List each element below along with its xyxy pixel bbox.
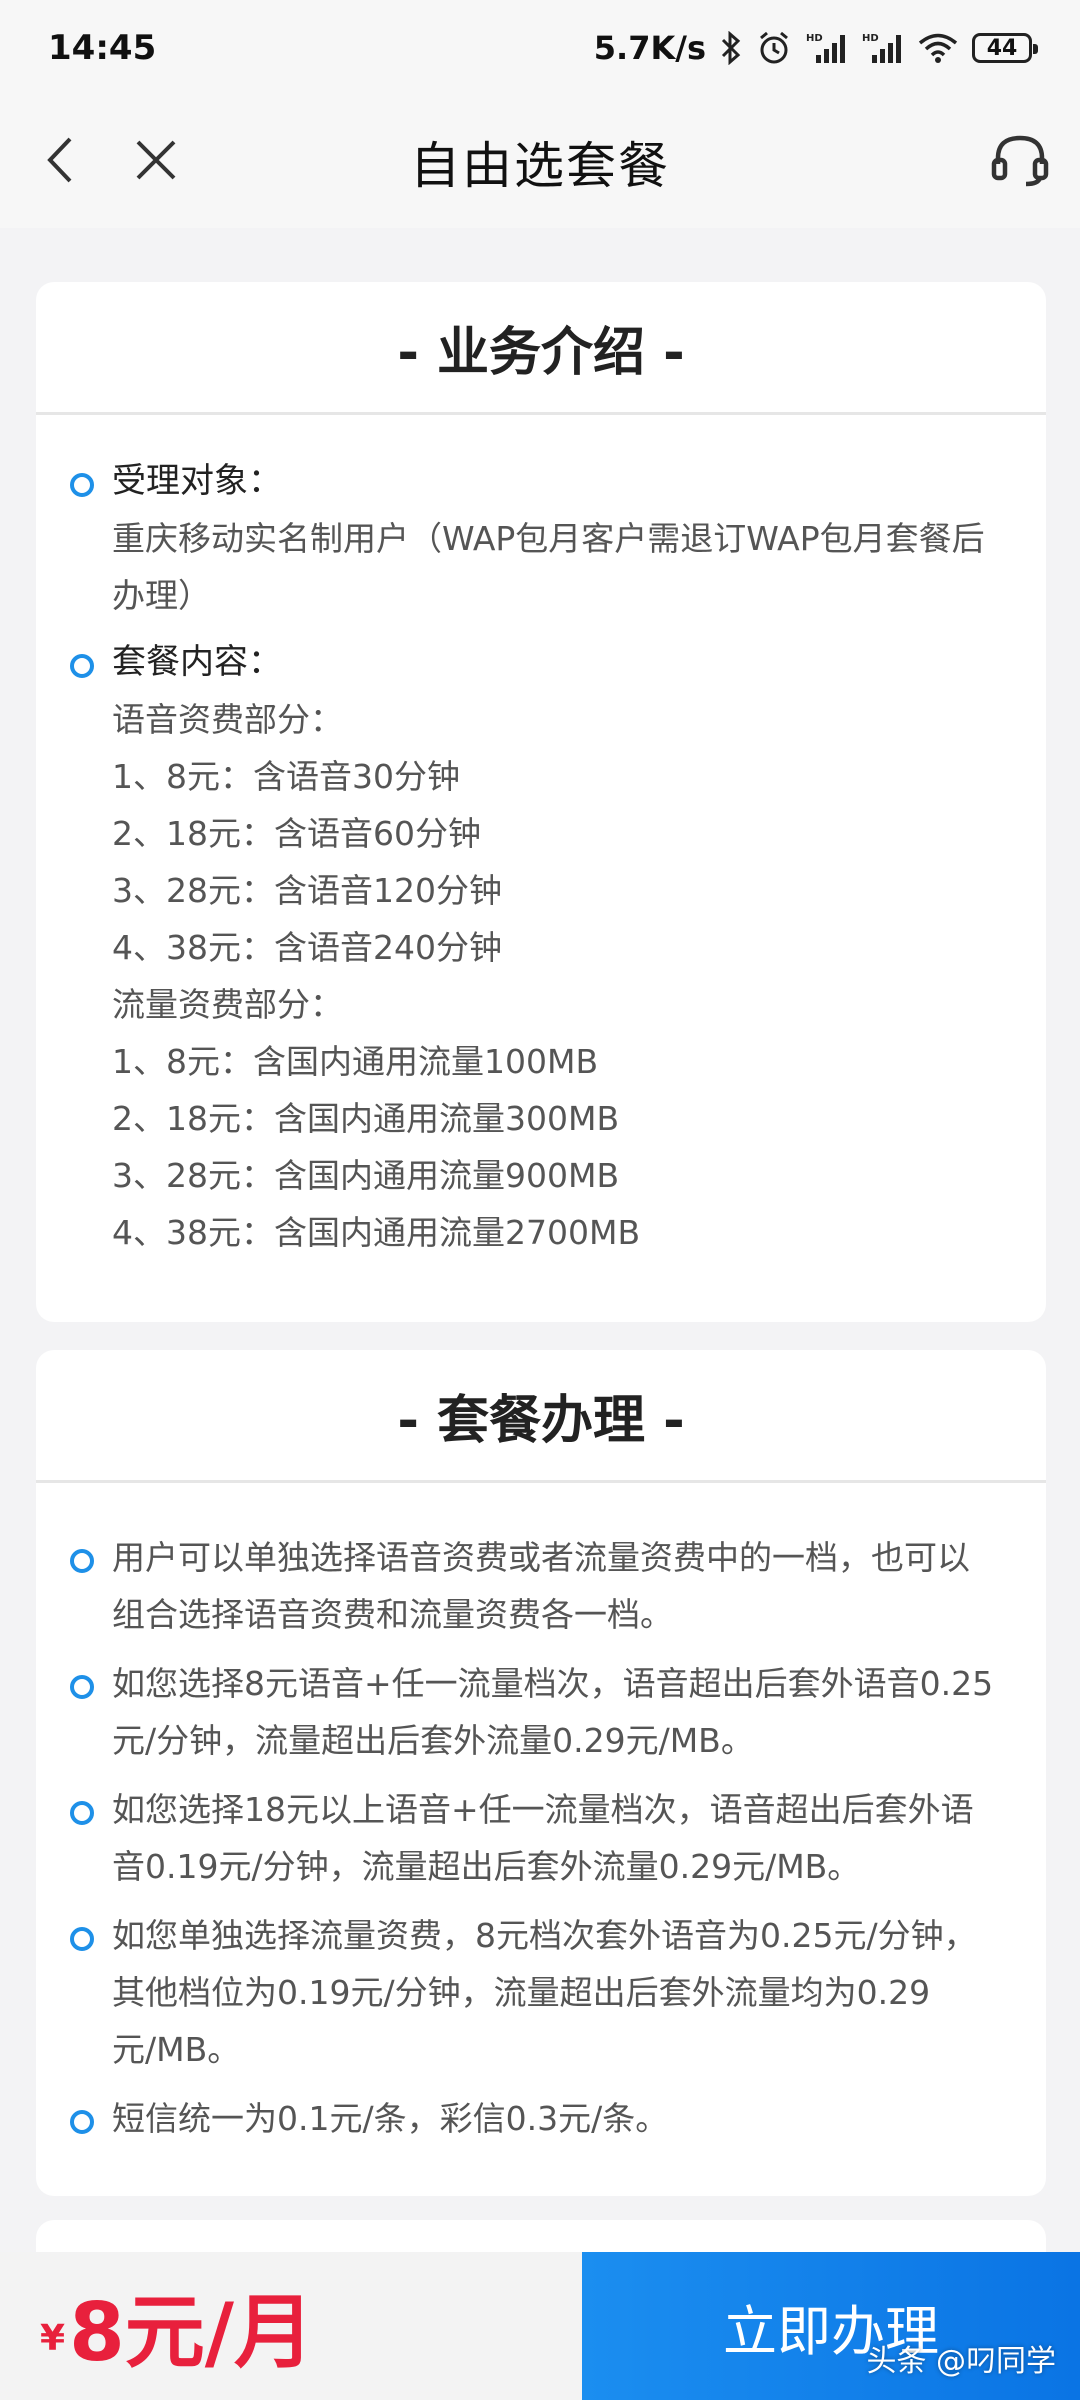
handling-card: - 套餐办理 - 用户可以单独选择语音资费或者流量资费中的一档，也可以组合选择语… bbox=[36, 1350, 1046, 2196]
close-button[interactable] bbox=[120, 126, 192, 198]
bullet-circle-icon bbox=[70, 1549, 94, 1573]
list-item: 用户可以单独选择语音资费或者流量资费中的一档，也可以组合选择语音资费和流量资费各… bbox=[70, 1529, 996, 1643]
handling-text: 如您选择18元以上语音+任一流量档次，语音超出后套外语音0.19元/分钟，流量超… bbox=[112, 1790, 974, 1886]
status-time: 14:45 bbox=[48, 28, 157, 68]
bullet-circle-icon bbox=[70, 2110, 94, 2134]
back-button[interactable] bbox=[24, 126, 96, 198]
signal-hd-icon: HD bbox=[862, 31, 904, 65]
status-icons: 5.7K/s HD HD 44 bbox=[593, 29, 1038, 67]
battery-icon: 44 bbox=[972, 33, 1038, 63]
customer-service-icon bbox=[990, 132, 1050, 192]
target-label: 受理对象： bbox=[112, 461, 282, 501]
apply-now-button[interactable]: 立即办理 头条 @叼同学 bbox=[582, 2252, 1080, 2400]
data-item: 3、28元：含国内通用流量900MB bbox=[112, 1156, 620, 1195]
list-item: 短信统一为0.1元/条，彩信0.3元/条。 bbox=[70, 2090, 996, 2147]
list-item: 如您选择8元语音+任一流量档次，语音超出后套外语音0.25元/分钟，流量超出后套… bbox=[70, 1655, 996, 1769]
intro-card: - 业务介绍 - 受理对象： 重庆移动实名制用户（WAP包月客户需退订WAP包月… bbox=[36, 282, 1046, 1322]
signal-hd-icon: HD bbox=[806, 31, 848, 65]
watermark: 头条 @叼同学 bbox=[866, 2344, 1056, 2379]
handling-text: 如您单独选择流量资费，8元档次套外语音为0.25元/分钟，其他档位为0.19元/… bbox=[112, 1916, 977, 2069]
price-display: ¥ 8元/月 bbox=[0, 2252, 582, 2400]
voice-item: 2、18元：含语音60分钟 bbox=[112, 814, 481, 853]
network-speed: 5.7K/s bbox=[593, 29, 706, 67]
handling-text: 如您选择8元语音+任一流量档次，语音超出后套外语音0.25元/分钟，流量超出后套… bbox=[112, 1664, 994, 1760]
list-item: 如您选择18元以上语音+任一流量档次，语音超出后套外语音0.19元/分钟，流量超… bbox=[70, 1781, 996, 1895]
bluetooth-icon bbox=[720, 31, 742, 65]
handling-text: 短信统一为0.1元/条，彩信0.3元/条。 bbox=[112, 2099, 669, 2138]
alarm-icon bbox=[756, 30, 792, 66]
price-value: 8元/月 bbox=[69, 2286, 314, 2379]
voice-heading: 语音资费部分： bbox=[112, 700, 343, 739]
customer-service-button[interactable] bbox=[984, 126, 1056, 198]
list-item: 套餐内容： 语音资费部分： 1、8元：含语音30分钟 2、18元：含语音60分钟… bbox=[70, 634, 996, 1261]
data-heading: 流量资费部分： bbox=[112, 985, 343, 1024]
intro-card-title: - 业务介绍 - bbox=[36, 282, 1046, 415]
voice-item: 4、38元：含语音240分钟 bbox=[112, 928, 502, 967]
handling-text: 用户可以单独选择语音资费或者流量资费中的一档，也可以组合选择语音资费和流量资费各… bbox=[112, 1538, 970, 1634]
back-icon bbox=[40, 135, 80, 189]
data-item: 2、18元：含国内通用流量300MB bbox=[112, 1099, 620, 1138]
svg-text:HD: HD bbox=[862, 33, 879, 44]
svg-text:HD: HD bbox=[806, 33, 823, 44]
list-item: 如您单独选择流量资费，8元档次套外语音为0.25元/分钟，其他档位为0.19元/… bbox=[70, 1907, 996, 2078]
bottom-action-bar: ¥ 8元/月 立即办理 头条 @叼同学 bbox=[0, 2252, 1080, 2400]
status-bar: 14:45 5.7K/s HD HD 44 bbox=[0, 0, 1080, 96]
data-item: 4、38元：含国内通用流量2700MB bbox=[112, 1213, 641, 1252]
list-item: 受理对象： 重庆移动实名制用户（WAP包月客户需退订WAP包月套餐后办理） bbox=[70, 453, 996, 624]
bullet-circle-icon bbox=[70, 654, 94, 678]
battery-level: 44 bbox=[986, 35, 1018, 61]
wifi-icon bbox=[918, 32, 958, 64]
bullet-circle-icon bbox=[70, 1927, 94, 1951]
bullet-circle-icon bbox=[70, 1675, 94, 1699]
content-label: 套餐内容： bbox=[112, 642, 282, 682]
handling-card-title: - 套餐办理 - bbox=[36, 1350, 1046, 1483]
voice-item: 3、28元：含语音120分钟 bbox=[112, 871, 502, 910]
bullet-circle-icon bbox=[70, 473, 94, 497]
close-icon bbox=[134, 138, 178, 186]
target-text: 重庆移动实名制用户（WAP包月客户需退订WAP包月套餐后办理） bbox=[112, 519, 985, 615]
data-item: 1、8元：含国内通用流量100MB bbox=[112, 1042, 599, 1081]
voice-item: 1、8元：含语音30分钟 bbox=[112, 757, 460, 796]
nav-header: 自由选套餐 bbox=[0, 96, 1080, 228]
bullet-circle-icon bbox=[70, 1801, 94, 1825]
currency-symbol: ¥ bbox=[40, 2317, 66, 2359]
